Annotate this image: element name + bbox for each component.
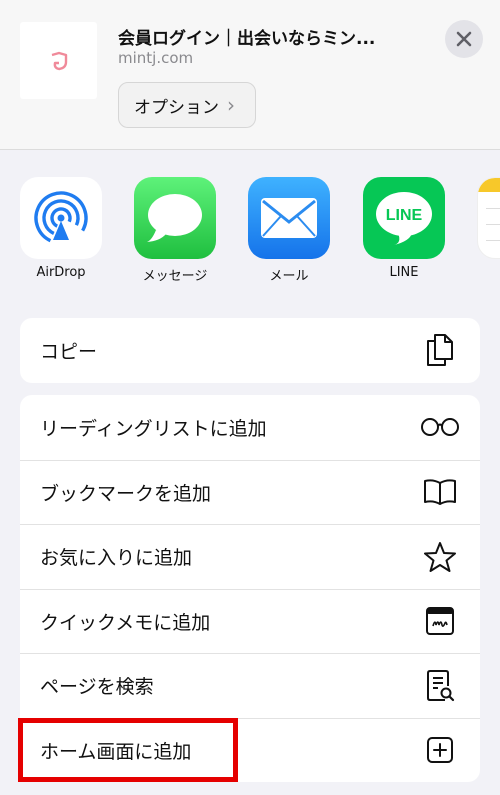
action-add-to-home-screen[interactable]: ホーム画面に追加 [20, 717, 480, 783]
action-label: ホーム画面に追加 [40, 740, 192, 763]
action-label: コピー [40, 340, 98, 363]
app-line[interactable]: LINE LINE [363, 177, 445, 280]
action-label: ページを検索 [40, 676, 154, 699]
line-icon: LINE [363, 177, 445, 259]
copy-icon [420, 330, 460, 370]
options-button[interactable]: オプション › [118, 82, 256, 128]
app-label: メッセージ [142, 269, 208, 284]
action-label: ブックマークを追加 [40, 482, 212, 505]
action-copy[interactable]: コピー [20, 318, 480, 383]
copy-group: コピー [20, 318, 480, 383]
action-label: クイックメモに追加 [40, 611, 211, 634]
close-icon [456, 31, 472, 47]
site-thumbnail [20, 22, 97, 99]
app-label: メール [269, 269, 309, 284]
mail-icon [248, 177, 330, 259]
action-add-favorite[interactable]: お気に入りに追加 [20, 524, 480, 589]
action-add-bookmark[interactable]: ブックマークを追加 [20, 459, 480, 525]
find-on-page-icon [420, 666, 460, 706]
app-label: AirDrop [36, 265, 86, 280]
quick-note-icon [420, 601, 460, 641]
close-button[interactable] [445, 20, 483, 58]
action-add-quick-note[interactable]: クイックメモに追加 [20, 588, 480, 654]
site-logo-icon [51, 51, 67, 70]
star-icon [420, 537, 460, 577]
book-icon [420, 472, 460, 512]
app-messages[interactable]: メッセージ [134, 177, 216, 284]
page-title: 会員ログイン｜出会いならミン... [118, 29, 376, 49]
options-label: オプション [134, 97, 219, 118]
airdrop-icon [20, 177, 102, 259]
chevron-right-icon: › [227, 93, 235, 117]
action-label: リーディングリストに追加 [40, 417, 267, 440]
messages-icon [134, 177, 216, 259]
actions-group: リーディングリストに追加 ブックマークを追加 お気に入りに追加 クイックメモに追… [20, 395, 480, 782]
notes-icon [477, 177, 500, 259]
app-label: LINE [389, 265, 419, 280]
share-apps-row: AirDrop メッセージ メール LINE LINE [0, 150, 500, 285]
app-mail[interactable]: メール [248, 177, 330, 284]
app-notes[interactable] [477, 177, 500, 259]
action-find-on-page[interactable]: ページを検索 [20, 653, 480, 718]
app-airdrop[interactable]: AirDrop [20, 177, 102, 280]
page-url: mintj.com [118, 49, 194, 67]
glasses-icon [420, 407, 460, 447]
action-label: お気に入りに追加 [40, 547, 193, 570]
line-logo-text: LINE [386, 207, 423, 224]
action-add-reading-list[interactable]: リーディングリストに追加 [20, 395, 480, 460]
share-sheet-header: 会員ログイン｜出会いならミン... mintj.com オプション › [0, 0, 500, 150]
add-square-icon [420, 730, 460, 770]
